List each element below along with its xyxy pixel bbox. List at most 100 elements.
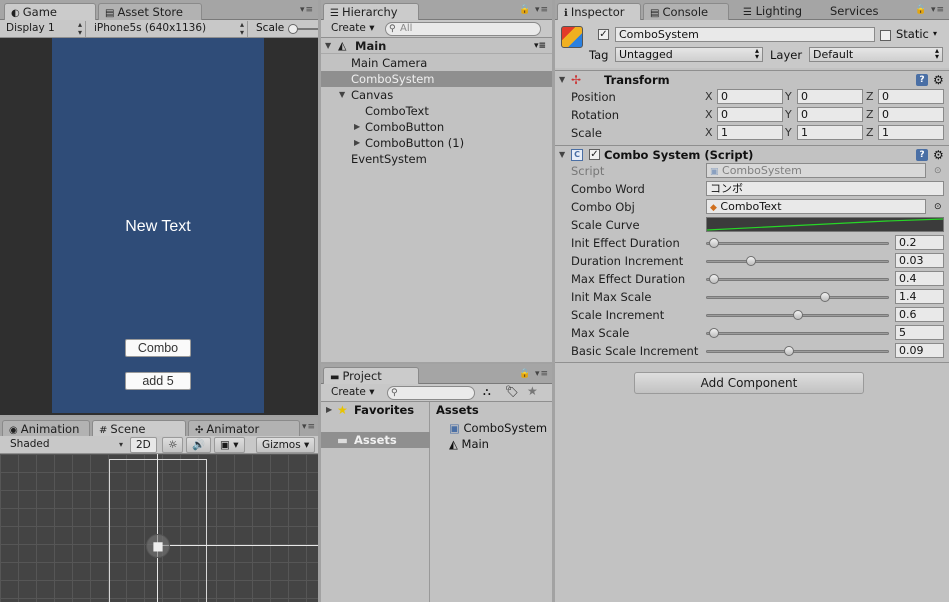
slider-track[interactable] bbox=[706, 260, 889, 263]
lock-icon[interactable]: 🔒 bbox=[519, 5, 531, 15]
slider-knob[interactable] bbox=[709, 274, 720, 284]
audio-toggle-icon[interactable]: 🔊 bbox=[186, 437, 212, 453]
object-picker-icon[interactable]: ⊙ bbox=[934, 162, 942, 180]
slider-value-input[interactable]: 0.4 bbox=[895, 271, 944, 286]
slider-knob[interactable] bbox=[745, 256, 756, 266]
hierarchy-item[interactable]: ▶ ComboButton bbox=[321, 119, 552, 135]
lock-icon[interactable]: 🔒 bbox=[915, 5, 927, 15]
transform-y-input[interactable]: 0 bbox=[797, 89, 863, 104]
collapse-arrow-icon[interactable]: ▶ bbox=[354, 135, 360, 151]
object-name-input[interactable]: ComboSystem bbox=[615, 27, 875, 42]
active-checkbox[interactable]: ✓ bbox=[598, 29, 609, 40]
expand-arrow-icon[interactable]: ▼ bbox=[339, 87, 345, 103]
scene-view[interactable]: ■ bbox=[0, 454, 318, 602]
panel-menu-icon[interactable]: ▾≡ bbox=[300, 5, 314, 15]
slider-value-input[interactable]: 0.6 bbox=[895, 307, 944, 322]
panel-menu-icon[interactable]: ▾≡ bbox=[535, 5, 549, 15]
tab-animator[interactable]: ✣ Animator bbox=[188, 420, 300, 437]
transform-z-input[interactable]: 0 bbox=[878, 89, 944, 104]
layer-dropdown[interactable]: Default ▴ ▾ bbox=[809, 47, 943, 62]
tab-project[interactable]: ▬ Project bbox=[323, 367, 419, 385]
tab-inspector[interactable]: ℹ Inspector bbox=[557, 3, 641, 21]
transform-z-input[interactable]: 0 bbox=[878, 107, 944, 122]
lock-icon[interactable]: 🔒 bbox=[519, 369, 531, 379]
static-dropdown-icon[interactable]: ▾ bbox=[933, 29, 937, 38]
project-create-dropdown[interactable]: Create ▾ bbox=[327, 385, 383, 401]
expand-arrow-icon[interactable]: ▼ bbox=[559, 71, 565, 89]
tab-animation[interactable]: ◉ Animation bbox=[2, 420, 90, 437]
object-picker-icon[interactable]: ⊙ bbox=[934, 198, 942, 216]
transform-header[interactable]: ▼ ✢ Transform ? ⚙ bbox=[555, 70, 949, 88]
tab-game[interactable]: ◐ Game bbox=[4, 3, 96, 21]
slider-value-input[interactable]: 0.09 bbox=[895, 343, 944, 358]
gizmos-dropdown[interactable]: Gizmos ▾ bbox=[256, 437, 316, 453]
filter-type-icon[interactable]: ⛬ bbox=[483, 385, 491, 399]
slider-knob[interactable] bbox=[783, 346, 794, 356]
slider-knob[interactable] bbox=[820, 292, 831, 302]
component-enabled-checkbox[interactable]: ✓ bbox=[589, 149, 600, 160]
assets-folder-row[interactable]: ▬ Assets bbox=[321, 432, 430, 448]
hierarchy-item[interactable]: Main Camera bbox=[321, 55, 552, 71]
slider-track[interactable] bbox=[706, 350, 889, 353]
resolution-dropdown[interactable]: iPhone5s (640x1136) ▴ ▾ bbox=[90, 21, 248, 37]
tab-lighting[interactable]: ☰ Lighting bbox=[743, 4, 802, 18]
asset-item[interactable]: ◭ Main bbox=[449, 436, 489, 452]
tab-console[interactable]: ▤ Console bbox=[643, 3, 729, 20]
combo-obj-field[interactable]: ◆ ComboText bbox=[706, 199, 926, 214]
help-icon[interactable]: ? bbox=[916, 149, 928, 161]
scale-curve-field[interactable] bbox=[706, 217, 944, 232]
panel-menu-icon[interactable]: ▾≡ bbox=[931, 5, 945, 15]
scale-slider-knob[interactable] bbox=[288, 24, 298, 34]
transform-x-input[interactable]: 0 bbox=[717, 89, 783, 104]
static-checkbox[interactable] bbox=[880, 30, 891, 41]
panel-menu-icon[interactable]: ▾≡ bbox=[535, 369, 549, 379]
hierarchy-item-selected[interactable]: ComboSystem bbox=[321, 71, 552, 87]
slider-value-input[interactable]: 5 bbox=[895, 325, 944, 340]
slider-track[interactable] bbox=[706, 278, 889, 281]
lighting-toggle-icon[interactable]: ☼ bbox=[162, 437, 184, 453]
transform-x-input[interactable]: 1 bbox=[717, 125, 783, 140]
settings-gear-icon[interactable]: ⚙ bbox=[933, 71, 944, 89]
slider-knob[interactable] bbox=[792, 310, 803, 320]
slider-track[interactable] bbox=[706, 242, 889, 245]
combo-word-input[interactable]: コンボ bbox=[706, 181, 944, 196]
slider-value-input[interactable]: 1.4 bbox=[895, 289, 944, 304]
transform-z-input[interactable]: 1 bbox=[878, 125, 944, 140]
camera-gizmo-icon[interactable]: ■ bbox=[146, 534, 170, 558]
add-component-button[interactable]: Add Component bbox=[634, 372, 864, 394]
hierarchy-create-dropdown[interactable]: Create ▾ bbox=[327, 21, 383, 37]
add-5-button[interactable]: add 5 bbox=[125, 372, 191, 390]
shading-dropdown[interactable]: Shaded ▾ bbox=[6, 437, 126, 453]
2d-toggle-button[interactable]: 2D bbox=[130, 437, 157, 453]
collapse-arrow-icon[interactable]: ▶ bbox=[326, 402, 332, 418]
scene-root-row[interactable]: ▼ ◭ Main ▾≡ bbox=[321, 38, 552, 54]
hierarchy-item[interactable]: ▼ Canvas bbox=[321, 87, 552, 103]
transform-x-input[interactable]: 0 bbox=[717, 107, 783, 122]
filter-label-icon[interactable]: 🏷 bbox=[505, 385, 519, 398]
tab-services[interactable]: Services bbox=[830, 4, 879, 18]
project-search-input[interactable]: ⚲ bbox=[387, 386, 475, 400]
transform-y-input[interactable]: 0 bbox=[797, 107, 863, 122]
combo-system-header[interactable]: ▼ C ✓ Combo System (Script) ? ⚙ bbox=[555, 145, 949, 163]
hierarchy-item[interactable]: ComboText bbox=[321, 103, 552, 119]
slider-value-input[interactable]: 0.2 bbox=[895, 235, 944, 250]
effects-toggle-icon[interactable]: ▣ ▾ bbox=[214, 437, 245, 453]
slider-knob[interactable] bbox=[709, 328, 720, 338]
hierarchy-item[interactable]: EventSystem bbox=[321, 151, 552, 167]
collapse-arrow-icon[interactable]: ▶ bbox=[354, 119, 360, 135]
favorite-star-icon[interactable]: ★ bbox=[527, 384, 538, 398]
asset-item[interactable]: ▣ ComboSystem bbox=[449, 420, 547, 436]
expand-arrow-icon[interactable]: ▼ bbox=[325, 38, 331, 54]
slider-track[interactable] bbox=[706, 332, 889, 335]
tag-dropdown[interactable]: Untagged ▴ ▾ bbox=[615, 47, 763, 62]
combo-button[interactable]: Combo bbox=[125, 339, 191, 357]
scene-menu-icon[interactable]: ▾≡ bbox=[534, 38, 546, 54]
tab-asset-store[interactable]: ▤ Asset Store bbox=[98, 3, 202, 20]
tab-hierarchy[interactable]: ☰ Hierarchy bbox=[323, 3, 419, 21]
help-icon[interactable]: ? bbox=[916, 74, 928, 86]
slider-value-input[interactable]: 0.03 bbox=[895, 253, 944, 268]
slider-track[interactable] bbox=[706, 296, 889, 299]
hierarchy-item[interactable]: ▶ ComboButton (1) bbox=[321, 135, 552, 151]
favorites-row[interactable]: ▶ ★ Favorites bbox=[321, 402, 430, 418]
slider-knob[interactable] bbox=[709, 238, 720, 248]
